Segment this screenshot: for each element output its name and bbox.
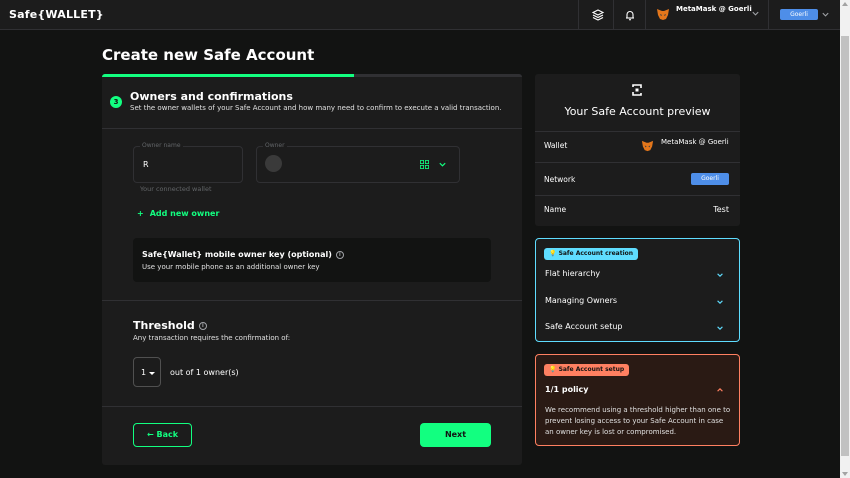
preview-network-key: Network (544, 175, 576, 184)
preview-title: Your Safe Account preview (564, 105, 711, 118)
threshold-select[interactable]: 1 (133, 357, 161, 387)
lightbulb-icon: 💡 (549, 250, 559, 257)
safe-preview-card: Your Safe Account preview Wallet MetaMas… (535, 74, 740, 226)
header-divider (613, 0, 614, 30)
chevron-down-icon[interactable] (716, 324, 724, 332)
info-icon[interactable]: i (198, 322, 207, 330)
owner-name-value[interactable]: R (143, 160, 149, 169)
progress-bar-fill (102, 74, 354, 77)
owner-avatar (265, 155, 282, 172)
threshold-title-text: Threshold (133, 319, 195, 332)
metamask-fox-icon (657, 9, 669, 20)
info-icon[interactable]: i (335, 250, 344, 259)
owner-name-field[interactable]: Owner name R (133, 142, 243, 183)
accordion-safe-account-setup[interactable]: Safe Account setup (545, 322, 622, 331)
chevron-down-icon[interactable] (716, 298, 724, 306)
info-chip-label: Safe Account creation (558, 250, 634, 257)
threshold-value: 1 (141, 368, 147, 377)
warning-title[interactable]: 1/1 policy (545, 385, 589, 394)
page-title: Create new Safe Account (102, 46, 315, 64)
add-new-owner-label: Add new owner (149, 209, 220, 218)
progress-bar (102, 74, 522, 77)
scroll-thumb[interactable] (841, 36, 849, 456)
owner-name-label: Owner name (140, 142, 183, 149)
network-button[interactable]: Goerli (780, 9, 818, 20)
metamask-fox-icon (641, 140, 654, 152)
accordion-managing-owners[interactable]: Managing Owners (545, 296, 617, 305)
section-divider (102, 128, 522, 129)
back-label: Back (156, 430, 179, 439)
header-divider (768, 0, 769, 30)
chevron-down-icon[interactable] (751, 9, 760, 18)
step-title: Owners and confirmations (130, 90, 293, 103)
step-subtitle: Set the owner wallets of your Safe Accou… (130, 104, 502, 112)
owner-address-field[interactable]: Owner (256, 142, 460, 183)
threshold-title: Threshold i (133, 319, 207, 332)
preview-divider (535, 162, 740, 163)
top-bar: Safe{WALLET} MetaMask @ Goerli Goerli (0, 0, 840, 30)
warning-body: We recommend using a threshold higher th… (545, 406, 731, 436)
header-divider (578, 0, 579, 30)
scroll-down-arrow-icon[interactable] (842, 472, 848, 476)
info-chip: 💡 Safe Account creation (544, 248, 639, 260)
section-divider (102, 300, 522, 301)
owner-label: Owner (263, 142, 287, 149)
mobile-key-subtitle: Use your mobile phone as an additional o… (142, 263, 320, 271)
mobile-key-title: Safe{Wallet} mobile owner key (optional)… (142, 250, 344, 259)
warning-chip: 💡 Safe Account setup (544, 364, 630, 376)
chevron-down-icon[interactable] (716, 271, 724, 279)
warning-chip-label: Safe Account setup (558, 366, 625, 373)
bell-icon[interactable] (623, 8, 637, 22)
owners-step-card: 3 Owners and confirmations Set the owner… (102, 74, 522, 465)
preview-divider (535, 131, 740, 132)
back-button[interactable]: ← Back (133, 423, 192, 447)
preview-wallet-value: MetaMask @ Goerli (661, 138, 729, 146)
safe-logo-icon (632, 84, 642, 96)
layers-icon[interactable] (591, 8, 605, 22)
chevron-down-icon[interactable] (821, 10, 830, 19)
header-divider (645, 0, 646, 30)
wallet-label[interactable]: MetaMask @ Goerli (676, 5, 752, 13)
preview-name-value: Test (713, 205, 729, 214)
safe-creation-info-panel: 💡 Safe Account creation Flat hierarchy M… (535, 238, 740, 342)
step-number-badge: 3 (110, 96, 122, 108)
preview-name-key: Name (544, 205, 567, 214)
add-new-owner-button[interactable]: + Add new owner (137, 209, 219, 218)
safe-setup-warning-panel: 💡 Safe Account setup 1/1 policy We recom… (535, 354, 740, 446)
plus-icon: + (137, 209, 144, 218)
scroll-up-arrow-icon[interactable] (842, 2, 848, 6)
mobile-owner-key-box[interactable]: Safe{Wallet} mobile owner key (optional)… (133, 238, 491, 282)
threshold-subtitle: Any transaction requires the confirmatio… (133, 334, 291, 342)
qr-code-icon[interactable] (420, 160, 429, 169)
safe-logo[interactable]: Safe{WALLET} (9, 8, 104, 21)
chevron-up-icon[interactable] (716, 386, 724, 394)
page-scrollbar[interactable] (840, 0, 850, 478)
caret-down-icon (149, 372, 155, 375)
preview-network-badge: Goerli (691, 173, 729, 185)
preview-wallet-key: Wallet (544, 141, 568, 150)
section-divider (102, 406, 522, 407)
lightbulb-icon: 💡 (549, 366, 559, 373)
preview-divider (535, 195, 740, 196)
chevron-down-icon[interactable] (438, 160, 447, 169)
next-button[interactable]: Next (420, 423, 491, 447)
accordion-flat-hierarchy[interactable]: Flat hierarchy (545, 269, 600, 278)
owner-helper-text: Your connected wallet (140, 185, 212, 193)
mobile-key-title-text: Safe{Wallet} mobile owner key (optional) (142, 250, 332, 259)
threshold-suffix: out of 1 owner(s) (170, 368, 239, 377)
